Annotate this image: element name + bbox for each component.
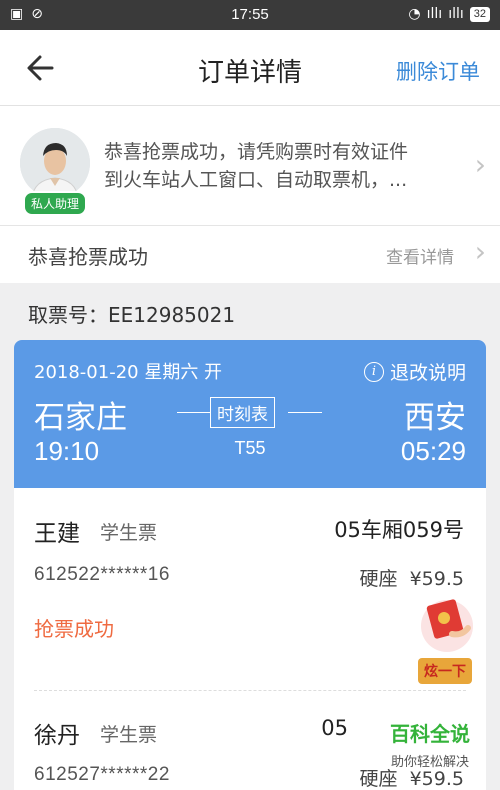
ticket-card-header: 2018-01-20 星期六 开 i 退改说明 石家庄 西安 时刻表 19:10… [14, 340, 486, 488]
chevron-right-icon: › [474, 235, 486, 268]
order-status-row[interactable]: 恭喜抢票成功 查看详情 › [0, 226, 500, 283]
refund-policy-button[interactable]: i 退改说明 [363, 358, 466, 385]
battery-icon: 32 [469, 6, 490, 22]
chevron-right-icon: › [474, 148, 486, 181]
passenger-id: 612527******22 [34, 764, 170, 785]
seat-number: 05 [321, 716, 348, 740]
route-line [288, 412, 322, 413]
ticket-pickup-number: 取票号：EE12985021 [28, 303, 236, 327]
divider [34, 690, 466, 691]
status-bar: ▣ ⊘ 17:55 ◔ ıllı ıllı 32 [0, 0, 500, 30]
view-details-link[interactable]: 查看详情 [386, 243, 454, 268]
info-icon: i [363, 361, 384, 382]
route-line [177, 412, 210, 413]
assistant-avatar [20, 128, 90, 198]
watermark: 百科全说 助你轻松解决 [390, 718, 470, 770]
watermark-title: 百科全说 [390, 722, 470, 746]
share-promo-label[interactable]: 炫一下 [418, 658, 472, 684]
ticket-type: 学生票 [100, 522, 158, 544]
red-packet-icon [421, 599, 473, 652]
order-status-label: 恭喜抢票成功 [28, 245, 148, 269]
origin-station: 石家庄 [34, 400, 127, 436]
wifi-icon: ◔ [408, 6, 421, 22]
assistant-badge: 私人助理 [23, 191, 88, 216]
assistant-message: 恭喜抢票成功，请凭购票时有效证件 到火车站人工窗口、自动取票机，... [104, 138, 464, 194]
passenger-name: 徐丹 [34, 723, 80, 749]
ticket-type: 学生票 [100, 724, 158, 746]
seat-number: 05车厢059号 [334, 518, 464, 542]
signal-icon: ıllı [426, 6, 443, 22]
assistant-message-line: 恭喜抢票成功，请凭购票时有效证件 [104, 141, 409, 163]
seat-class-price: 硬座 ¥59.5 [359, 568, 464, 590]
watermark-subtitle: 助你轻松解决 [390, 755, 469, 770]
signal-icon: ıllı [448, 6, 464, 22]
nav-bar: 订单详情 删除订单 [0, 30, 500, 106]
delete-order-button[interactable]: 删除订单 [396, 56, 480, 86]
booking-status: 抢票成功 [34, 617, 114, 641]
timetable-button[interactable]: 时刻表 [210, 397, 275, 428]
refund-policy-label: 退改说明 [389, 362, 466, 384]
passenger-name: 王建 [34, 521, 80, 547]
destination-station: 西安 [404, 400, 466, 436]
departure-date: 2018-01-20 星期六 开 [34, 362, 223, 383]
passenger-id: 612522******16 [34, 564, 170, 585]
arrival-time: 05:29 [400, 436, 466, 466]
assistant-message-row[interactable]: 私人助理 恭喜抢票成功，请凭购票时有效证件 到火车站人工窗口、自动取票机，...… [0, 106, 500, 226]
assistant-message-line: 到火车站人工窗口、自动取票机，... [104, 169, 408, 191]
